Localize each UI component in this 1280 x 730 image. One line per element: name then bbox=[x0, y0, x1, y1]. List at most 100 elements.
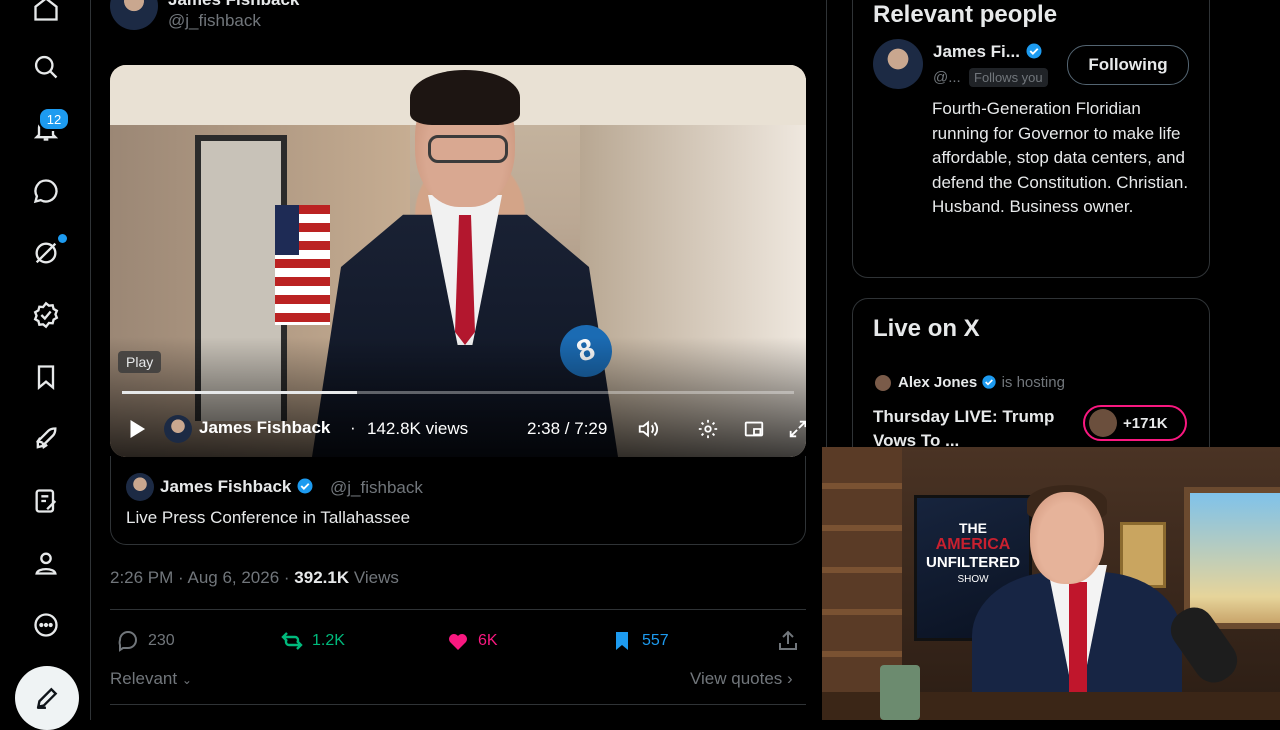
nav-profile[interactable] bbox=[23, 540, 69, 586]
post-metadata: 2:26 PM · Aug 6, 2026 · 392.1K Views bbox=[110, 568, 399, 588]
verified-check-icon bbox=[982, 375, 997, 389]
volume-icon bbox=[638, 420, 659, 438]
post-views-label: Views bbox=[349, 568, 399, 587]
live-host-line[interactable]: Alex Jones is hosting bbox=[898, 374, 1065, 391]
repost-icon bbox=[281, 632, 303, 650]
author-name[interactable]: James Fishback bbox=[168, 0, 299, 10]
relevant-people-panel: Relevant people James Fi... @... Follows… bbox=[852, 0, 1210, 278]
like-button[interactable]: 6K bbox=[446, 628, 498, 654]
like-count: 6K bbox=[478, 632, 498, 649]
live-listeners-pill[interactable]: +171K bbox=[1083, 405, 1187, 441]
nav-home[interactable] bbox=[23, 0, 69, 32]
quoted-author-name: James Fishback bbox=[160, 477, 314, 497]
relevant-people-title: Relevant people bbox=[873, 1, 1058, 28]
nav-messages[interactable] bbox=[23, 168, 69, 214]
more-circle-icon bbox=[34, 613, 58, 637]
live-listener-avatar bbox=[1089, 409, 1117, 437]
repost-count: 1.2K bbox=[312, 632, 345, 649]
gear-icon bbox=[698, 419, 718, 439]
live-on-x-title: Live on X bbox=[873, 315, 980, 342]
left-nav: 12 bbox=[0, 0, 91, 730]
video-progress-fill bbox=[122, 391, 358, 394]
heart-icon bbox=[449, 634, 467, 650]
nav-jobs[interactable] bbox=[23, 416, 69, 462]
reply-icon bbox=[118, 631, 137, 652]
view-quotes-link[interactable]: View quotes › bbox=[690, 669, 793, 689]
author-handle[interactable]: @j_fishback bbox=[168, 11, 261, 31]
post-timestamp[interactable]: 2:26 PM · Aug 6, 2026 · bbox=[110, 568, 294, 587]
live-host-name: Alex Jones bbox=[898, 374, 978, 391]
video-progress-bar[interactable] bbox=[122, 391, 794, 394]
video-views: 142.8K views bbox=[367, 419, 469, 438]
nav-verified[interactable] bbox=[23, 292, 69, 338]
relevant-person-name[interactable]: James Fi... bbox=[933, 42, 1043, 62]
post-views-count: 392.1K bbox=[294, 568, 350, 587]
relevant-person-bio: Fourth-Generation Floridian running for … bbox=[932, 99, 1189, 217]
show-logo-line1: THE bbox=[959, 520, 987, 536]
video-time: 2:38 / 7:29 bbox=[527, 419, 608, 438]
grok-icon bbox=[35, 242, 57, 264]
video-channel-name[interactable]: James Fishback bbox=[199, 418, 330, 438]
settings-button[interactable] bbox=[694, 415, 722, 443]
overlay-host-tie bbox=[1069, 582, 1087, 692]
live-host-status: is hosting bbox=[1001, 374, 1065, 391]
rocket-icon bbox=[35, 427, 57, 450]
nav-articles[interactable] bbox=[23, 478, 69, 524]
play-button[interactable] bbox=[122, 415, 150, 443]
divider bbox=[110, 609, 806, 610]
reply-button[interactable]: 230 bbox=[116, 628, 175, 654]
play-tooltip: Play bbox=[118, 351, 162, 373]
overlay-cup bbox=[880, 665, 920, 720]
relevant-person-handle[interactable]: @... bbox=[933, 69, 961, 86]
repost-button[interactable]: 1.2K bbox=[280, 628, 345, 654]
nav-more[interactable] bbox=[23, 602, 69, 648]
main-column: James Fishback @j_fishback 8 Play James … bbox=[90, 0, 827, 720]
video-channel-avatar[interactable] bbox=[164, 415, 192, 443]
live-host-avatar bbox=[875, 375, 891, 391]
fullscreen-button[interactable] bbox=[784, 415, 806, 443]
chat-bubble-icon bbox=[33, 179, 58, 204]
show-logo-line3: UNFILTERED bbox=[926, 554, 1020, 571]
compose-post-button[interactable] bbox=[15, 666, 79, 730]
quoted-post-text: Live Press Conference in Tallahassee bbox=[126, 508, 411, 527]
live-broadcast-title[interactable]: Thursday LIVE: Trump Vows To ... bbox=[873, 405, 1073, 453]
webcam-overlay: THE AMERICA UNFILTERED SHOW bbox=[822, 447, 1280, 720]
following-button[interactable]: Following bbox=[1067, 45, 1189, 85]
reply-sort-label: Relevant bbox=[110, 669, 178, 688]
quoted-post[interactable]: James Fishback @j_fishback Live Press Co… bbox=[110, 456, 806, 545]
bookmark-count: 557 bbox=[642, 632, 669, 649]
bookmark-button[interactable]: 557 bbox=[610, 628, 669, 654]
nav-bookmarks[interactable] bbox=[23, 354, 69, 400]
show-logo-line2: AMERICA bbox=[935, 536, 1011, 553]
follows-you-badge: Follows you bbox=[969, 68, 1048, 87]
relevant-person-avatar[interactable] bbox=[873, 39, 923, 89]
live-listener-count: +171K bbox=[1123, 414, 1168, 432]
expand-icon bbox=[789, 420, 806, 438]
volume-button[interactable] bbox=[634, 415, 662, 443]
relevant-person-name-text: James Fi... bbox=[933, 42, 1020, 61]
video-frame-hair bbox=[410, 70, 520, 125]
video-player[interactable]: 8 Play James Fishback · 142.8K views 2:3… bbox=[110, 65, 806, 457]
person-icon bbox=[35, 552, 57, 575]
quoted-author-avatar bbox=[126, 473, 154, 501]
video-frame-glasses bbox=[428, 135, 508, 163]
compose-icon bbox=[36, 687, 58, 709]
verified-check-icon bbox=[297, 478, 313, 494]
nav-explore[interactable] bbox=[23, 44, 69, 90]
play-icon bbox=[130, 420, 146, 438]
bookmark-filled-icon bbox=[616, 632, 628, 650]
share-button[interactable] bbox=[776, 628, 800, 654]
pip-button[interactable] bbox=[740, 415, 768, 443]
reply-sort-dropdown[interactable]: Relevant ⌄ bbox=[110, 669, 192, 689]
video-frame-flag bbox=[275, 205, 330, 325]
bookmark-icon bbox=[37, 365, 55, 390]
verified-badge-icon bbox=[33, 301, 59, 329]
search-icon bbox=[34, 55, 58, 79]
divider bbox=[110, 704, 806, 705]
quoted-author-handle: @j_fishback bbox=[330, 478, 423, 497]
verified-check-icon bbox=[1026, 43, 1042, 59]
article-edit-icon bbox=[35, 489, 57, 513]
author-avatar[interactable] bbox=[110, 0, 158, 30]
view-quotes-label: View quotes bbox=[690, 669, 783, 688]
notifications-badge: 12 bbox=[38, 107, 70, 131]
